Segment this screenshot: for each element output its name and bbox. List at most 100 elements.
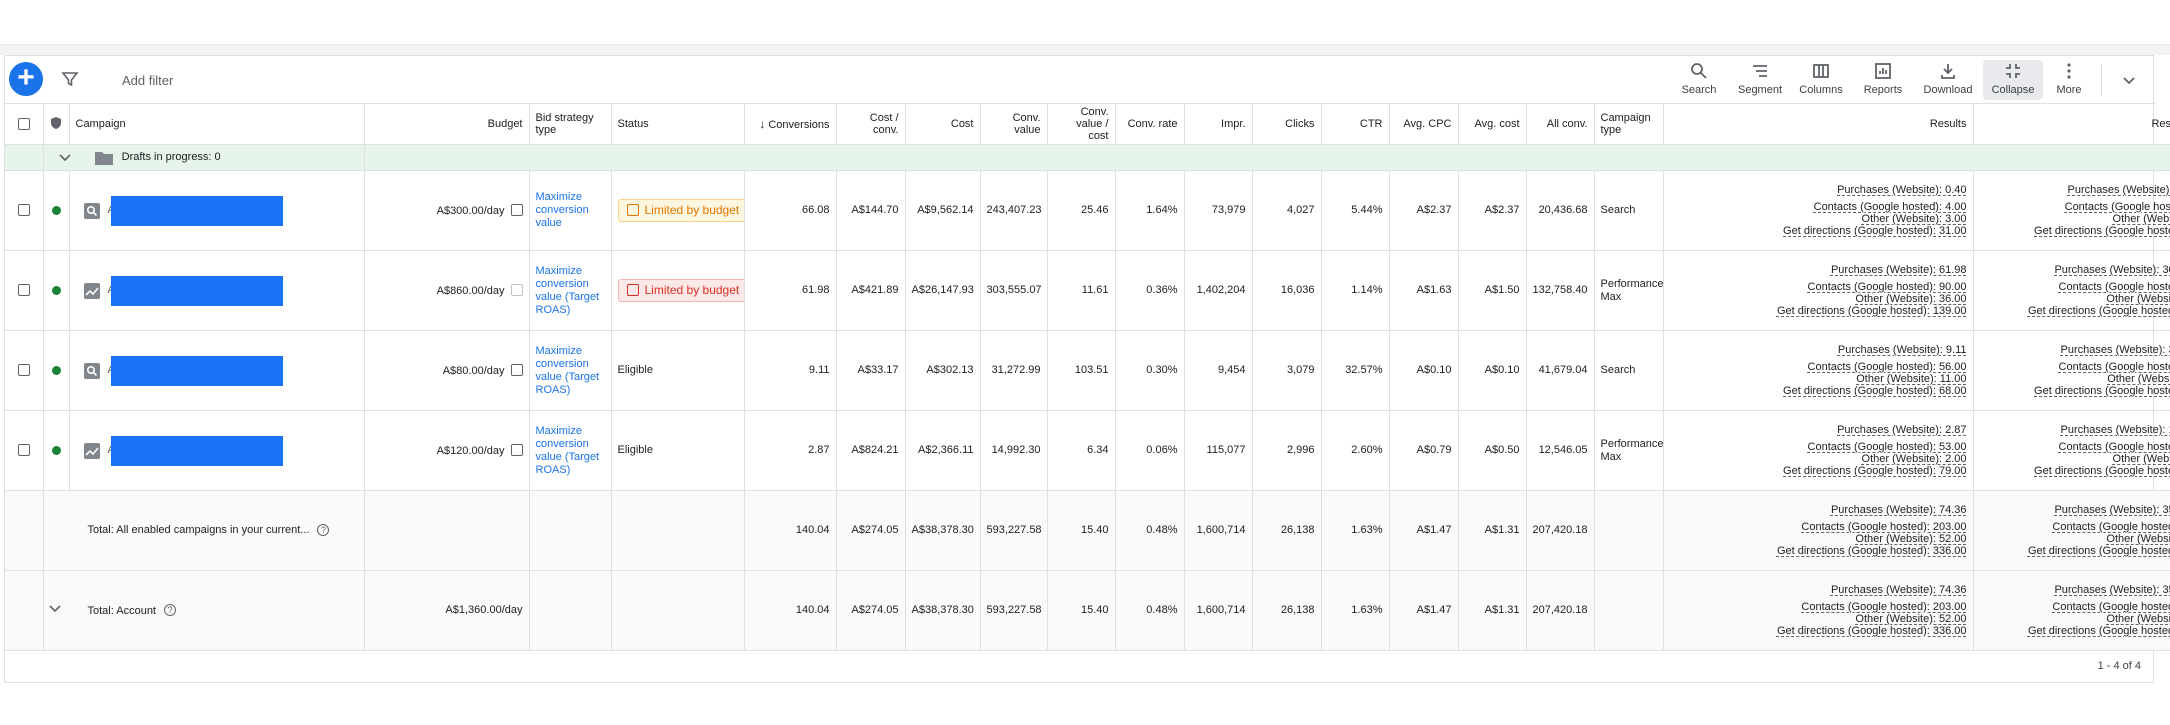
campaign-name-cell[interactable]: A — [69, 330, 365, 411]
results-cell-line[interactable]: Get directions (Google hosted): 79.00 — [1751, 465, 1966, 477]
results-cell-line[interactable]: Purchases (Website): 9.11 — [1751, 344, 1967, 356]
bid-strategy-cell[interactable]: Maximize conversion value (Target ROAS) — [529, 250, 612, 331]
results-cell-line[interactable]: Other (Website): 36.00 — [1751, 293, 1966, 305]
more-button[interactable]: More — [2039, 60, 2099, 100]
help-icon[interactable]: ? — [164, 604, 176, 617]
total-results-value-cell-line[interactable]: Contacts (Google hosted): 203.00 — [1980, 601, 2170, 613]
results-value-cell-line[interactable]: Contacts (Google hosted): 90.00 — [1980, 281, 2170, 293]
results-value-cell-line[interactable]: Other (Website): 26.00 — [1980, 293, 2170, 305]
download-button[interactable]: Download — [1918, 60, 1978, 100]
campaign-name-cell[interactable]: A — [69, 250, 365, 331]
conv-value-cost-header[interactable]: Conv. value / cost — [1047, 104, 1116, 145]
limited-by-budget-badge[interactable]: Limited by budget — [617, 199, 743, 222]
drafts-cell[interactable]: Drafts in progress: 0 — [43, 144, 365, 171]
limited-by-budget-badge[interactable]: Limited by budget — [617, 279, 743, 302]
total-results-cell-line[interactable]: Purchases (Website): 74.36 — [1751, 504, 1967, 516]
redacted-campaign-name[interactable] — [110, 195, 283, 226]
enabled-dot-icon[interactable] — [51, 285, 61, 295]
results-value-cell-line[interactable]: Get directions (Google hosted): 139.00 — [1980, 305, 2170, 317]
status-col-header[interactable]: Status — [611, 104, 745, 145]
results-cell-line[interactable]: Contacts (Google hosted): 56.00 — [1751, 361, 1967, 373]
total-results-cell-line[interactable]: Get directions (Google hosted): 336.00 — [1751, 625, 1967, 637]
ctr-header[interactable]: CTR — [1321, 104, 1390, 145]
budget-header[interactable]: Budget — [364, 104, 530, 145]
results-value-header[interactable]: Results value — [1973, 104, 2170, 145]
row-checkbox[interactable] — [17, 284, 30, 297]
results-value-cell-line[interactable]: Get directions (Google hosted): 31.00 — [1980, 225, 2170, 237]
campaign-row[interactable]: A A$300.00/day Maximize conversion value Li… — [5, 170, 2170, 251]
results-value-cell-line[interactable]: Other (Website): 2.00 — [1980, 453, 2170, 465]
impr-header[interactable]: Impr. — [1184, 104, 1253, 145]
clicks-header[interactable]: Clicks — [1252, 104, 1322, 145]
bid-strategy-header[interactable]: Bid strategy type — [529, 104, 612, 145]
results-cell-line[interactable]: Contacts (Google hosted): 90.00 — [1751, 281, 1967, 293]
bid-strategy-cell[interactable]: Maximize conversion value — [529, 170, 612, 251]
conv-rate-header[interactable]: Conv. rate — [1115, 104, 1185, 145]
help-icon[interactable]: ? — [317, 524, 330, 536]
budget-cell[interactable]: A$80.00/day — [364, 330, 530, 411]
total-results-value-cell-line[interactable]: Purchases (Website): 353,938.65 — [1980, 504, 2170, 516]
total-results-cell-line[interactable]: Purchases (Website): 74.36 — [1751, 584, 1967, 596]
total-results-value-cell-line[interactable]: Purchases (Website): 353,938.65 — [1980, 584, 2170, 596]
enabled-dot-icon[interactable] — [51, 445, 61, 455]
total-results-value-cell-line[interactable]: Other (Website): 52.00 — [1980, 613, 2170, 625]
results-cell-line[interactable]: Purchases (Website): 61.98 — [1751, 264, 1967, 276]
collapse-button[interactable]: Collapse — [1983, 60, 2043, 100]
redacted-campaign-name[interactable] — [110, 435, 283, 466]
results-value-cell-line[interactable]: Other (Website): 3.00 — [1980, 213, 2170, 225]
total-results-value-cell-line[interactable]: Other (Website): 52.00 — [1980, 533, 2170, 545]
results-cell-line[interactable]: Contacts (Google hosted): 4.00 — [1751, 201, 1967, 213]
results-value-cell-line[interactable]: Get directions (Google hosted): 79.00 — [1980, 465, 2170, 477]
campaign-header[interactable]: Campaign — [69, 104, 365, 145]
results-value-cell-line[interactable]: Purchases (Website): 31,272.99 — [1980, 344, 2170, 356]
row-checkbox[interactable] — [17, 364, 30, 377]
chevron-down-icon[interactable] — [58, 151, 72, 165]
results-value-cell-line[interactable]: Contacts (Google hosted): 53.00 — [1980, 441, 2170, 453]
chevron-down-icon[interactable] — [48, 602, 62, 620]
results-value-cell-line[interactable]: Contacts (Google hosted): 4.00 — [1980, 201, 2170, 213]
total-results-value-cell-line[interactable]: Contacts (Google hosted): 203.00 — [1980, 521, 2170, 533]
budget-cell[interactable]: A$120.00/day — [364, 410, 530, 491]
campaign-name-cell[interactable]: A — [69, 170, 365, 251]
filter-icon[interactable] — [60, 69, 80, 89]
row-status-cell[interactable] — [43, 330, 70, 411]
row-status-cell[interactable] — [43, 170, 70, 251]
row-status-cell[interactable] — [43, 410, 70, 491]
budget-cell[interactable]: A$860.00/day — [364, 250, 530, 331]
results-cell-line[interactable]: Purchases (Website): 2.87 — [1751, 424, 1966, 436]
edit-budget-icon[interactable] — [510, 443, 523, 456]
results-cell-line[interactable]: Purchases (Website): 0.40 — [1751, 184, 1966, 196]
results-cell-line[interactable]: Other (Website): 2.00 — [1751, 453, 1967, 465]
campaign-row[interactable]: A A$80.00/day Maximize conversion value (T… — [5, 330, 2170, 411]
total-results-value-cell-line[interactable]: Get directions (Google hosted): 336.00 — [1980, 625, 2170, 637]
cost-conv-header[interactable]: Cost / conv. — [836, 104, 906, 145]
results-value-cell-line[interactable]: Contacts (Google hosted): 56.00 — [1980, 361, 2170, 373]
create-button[interactable]: + — [9, 62, 43, 96]
enabled-dot-icon[interactable] — [51, 365, 61, 375]
avg-cpc-header[interactable]: Avg. CPC — [1389, 104, 1459, 145]
results-value-cell-line[interactable]: Other (Website): 11.00 — [1980, 373, 2170, 385]
total-results-cell-line[interactable]: Contacts (Google hosted): 203.00 — [1751, 601, 1966, 613]
add-filter-button[interactable]: Add filter — [122, 73, 173, 88]
results-cell-line[interactable]: Contacts (Google hosted): 53.00 — [1751, 441, 1967, 453]
results-cell-line[interactable]: Get directions (Google hosted): 68.00 — [1751, 385, 1966, 397]
redacted-campaign-name[interactable] — [110, 275, 283, 306]
redacted-campaign-name[interactable] — [110, 355, 283, 386]
results-value-cell-line[interactable]: Purchases (Website): 4,118.29 — [1980, 184, 2170, 196]
total-results-value-cell-line[interactable]: Get directions (Google hosted): 336.00 — [1980, 545, 2170, 557]
total-results-cell-line[interactable]: Other (Website): 52.00 — [1751, 613, 1966, 625]
results-cell-line[interactable]: Other (Website): 11.00 — [1751, 373, 1966, 385]
row-select-cell[interactable] — [5, 410, 44, 491]
total-results-cell-line[interactable]: Contacts (Google hosted): 203.00 — [1751, 521, 1966, 533]
edit-budget-icon[interactable] — [510, 283, 523, 296]
budget-cell[interactable]: A$300.00/day — [364, 170, 530, 251]
reports-button[interactable]: Reports — [1853, 60, 1913, 100]
columns-button[interactable]: Columns — [1791, 60, 1851, 100]
search-button[interactable]: Search — [1669, 60, 1729, 100]
results-cell-line[interactable]: Get directions (Google hosted): 139.00 — [1751, 305, 1967, 317]
row-select-cell[interactable] — [5, 330, 44, 411]
row-select-cell[interactable] — [5, 250, 44, 331]
bid-strategy-cell[interactable]: Maximize conversion value (Target ROAS) — [529, 410, 612, 491]
row-select-cell[interactable] — [5, 170, 44, 251]
results-value-cell-line[interactable]: Purchases (Website): 303,555.07 — [1980, 264, 2170, 276]
